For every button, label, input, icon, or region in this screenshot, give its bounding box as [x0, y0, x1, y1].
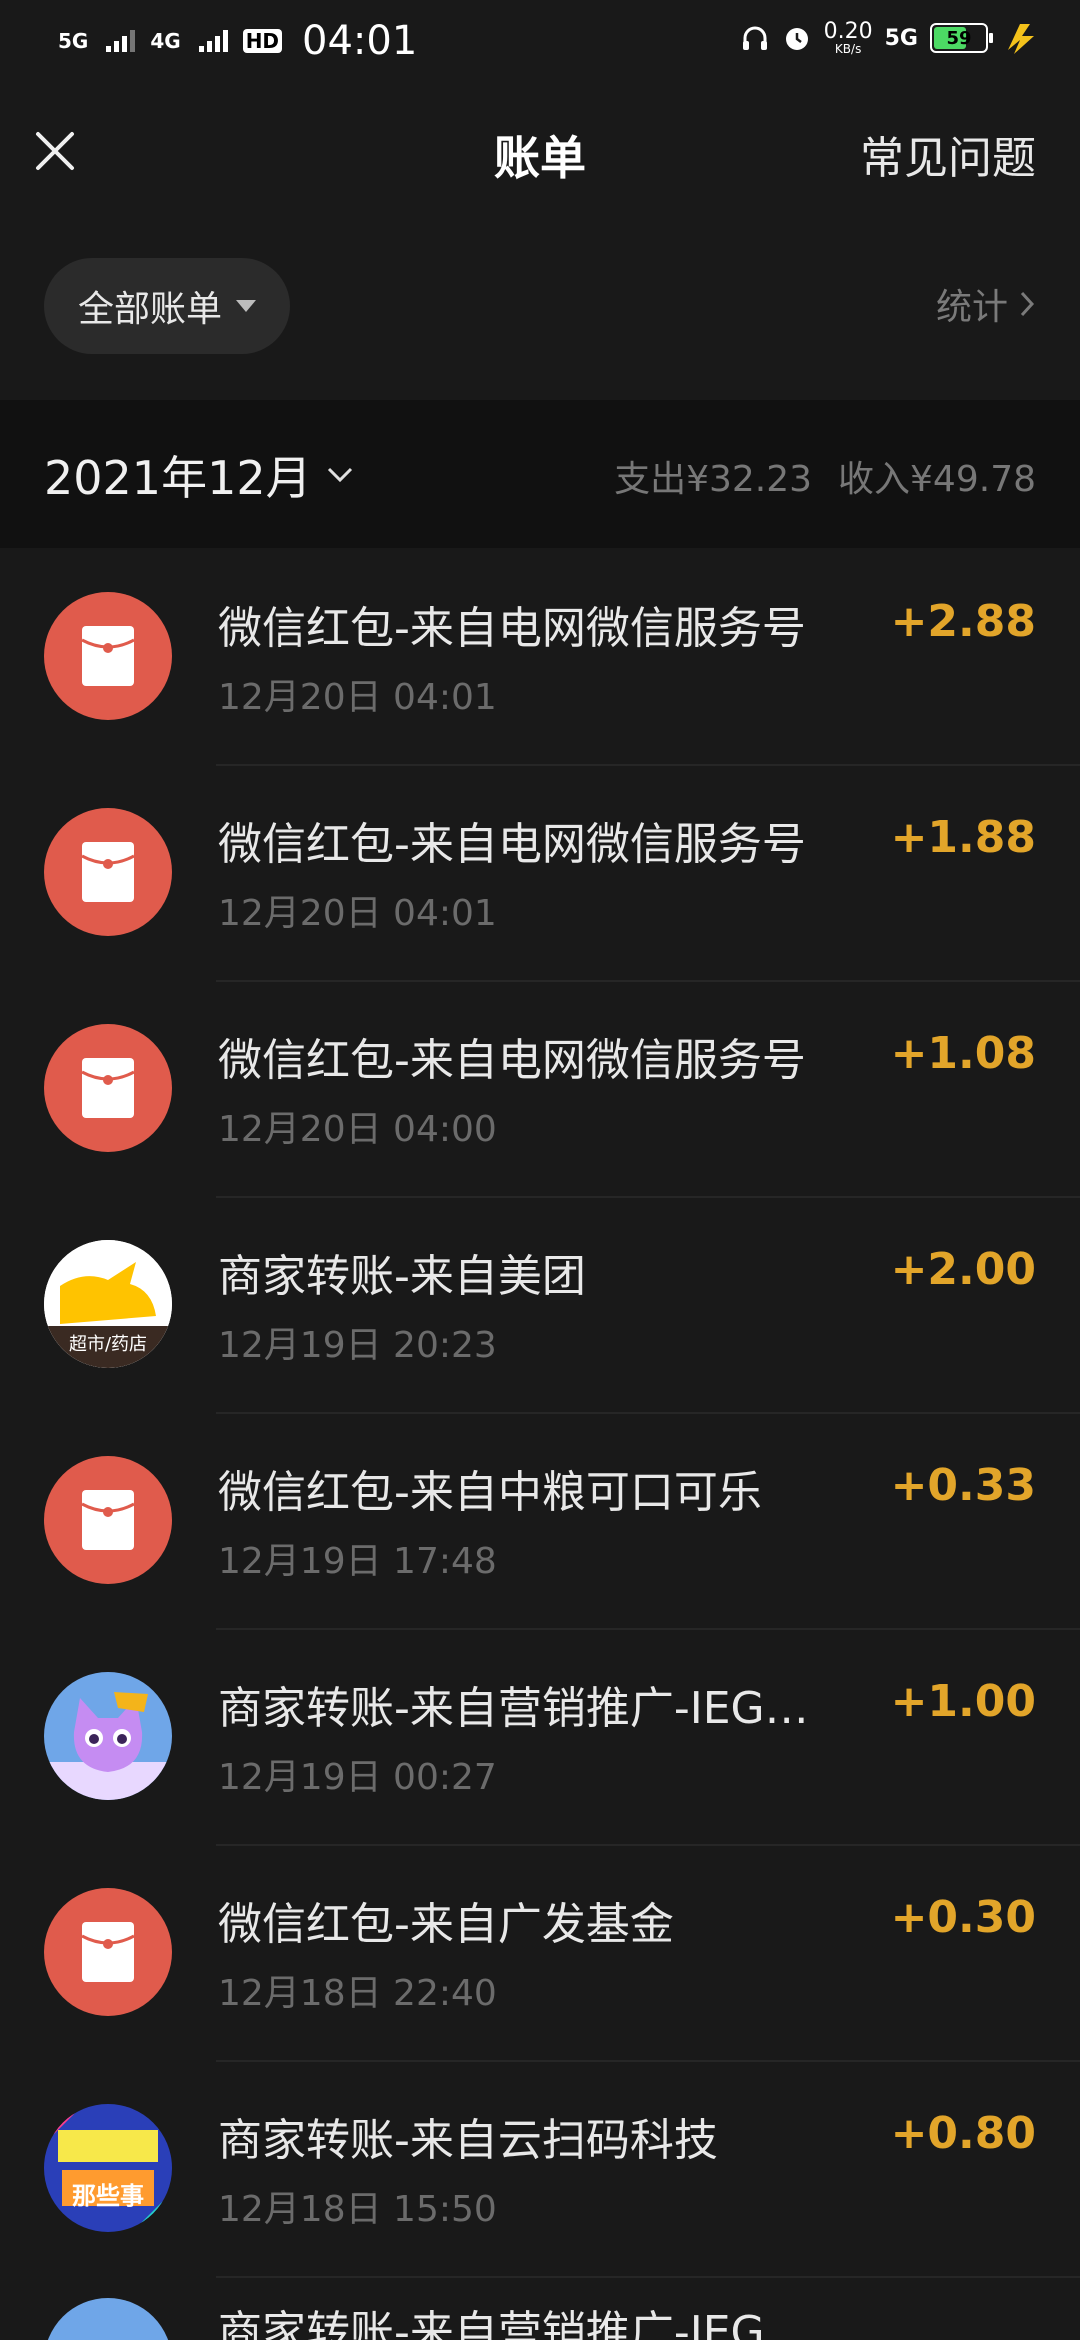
- tx-time: 12月19日 00:27: [218, 1757, 497, 1798]
- list-item[interactable]: 微信红包-来自电网微信服务号 12月20日 04:01 +2.88: [0, 550, 1080, 766]
- tx-amount: +0.80: [890, 2108, 1036, 2159]
- red-packet-icon: [44, 1024, 172, 1152]
- tx-amount: +0.30: [890, 1892, 1036, 1943]
- signal-bars-icon-2: [198, 30, 229, 52]
- red-packet-icon: [44, 808, 172, 936]
- red-packet-icon: [44, 1456, 172, 1584]
- list-item[interactable]: 微信红包-来自中粮可口可乐 12月19日 17:48 +0.33: [0, 1414, 1080, 1630]
- tx-title: 商家转账-来自美团: [218, 1251, 586, 1302]
- red-packet-icon: [44, 592, 172, 720]
- network-5g-indicator: 5G: [58, 29, 89, 53]
- tx-title: 微信红包-来自电网微信服务号: [218, 1035, 806, 1086]
- signal-bars-icon: [106, 30, 136, 52]
- list-item[interactable]: 那些事 商家转账-来自云扫码科技 12月18日 15:50 +0.80: [0, 2062, 1080, 2278]
- bill-filter-label: 全部账单: [77, 289, 222, 330]
- tx-amount: +1.88: [890, 812, 1036, 863]
- tx-amount: +1.08: [890, 1028, 1036, 1079]
- tx-title: 商家转账-来自云扫码科技: [218, 2115, 718, 2166]
- bill-filter-dropdown[interactable]: 全部账单: [44, 258, 290, 354]
- statistics-link[interactable]: 统计: [936, 278, 1036, 330]
- tx-title: 微信红包-来自中粮可口可乐: [218, 1467, 762, 1518]
- list-item-partial[interactable]: 商家转账-来自营销推广-IEG…: [0, 2278, 1080, 2340]
- tx-time: 12月19日 20:23: [218, 1325, 497, 1366]
- header: 账单 常见问题: [0, 100, 1080, 200]
- month-summary-bar: 2021年12月 支出¥32.23 收入¥49.78: [0, 400, 1080, 548]
- month-selector[interactable]: 2021年12月: [44, 442, 354, 508]
- list-item[interactable]: 微信红包-来自电网微信服务号 12月20日 04:00 +1.08: [0, 982, 1080, 1198]
- chevron-down-icon: [327, 467, 352, 483]
- tx-time: 12月20日 04:00: [218, 1109, 497, 1150]
- tx-amount: +2.00: [890, 1244, 1036, 1295]
- cartoon-cat-avatar: [44, 1672, 172, 1800]
- tx-amount: +2.88: [890, 596, 1036, 647]
- month-label: 2021年12月: [44, 451, 312, 505]
- tx-title: 商家转账-来自营销推广-IEG…: [218, 2307, 809, 2340]
- tx-time: 12月20日 04:01: [218, 893, 497, 934]
- income-total: 收入¥49.78: [838, 459, 1036, 500]
- statistics-label: 统计: [935, 287, 1008, 328]
- tx-time: 12月18日 22:40: [218, 1973, 497, 2014]
- charging-bolt-icon: [1008, 24, 1034, 54]
- network-speed: 0.20 KB/s: [823, 19, 873, 56]
- tx-title: 微信红包-来自电网微信服务号: [218, 819, 806, 870]
- status-bar: 5G 4G HD 04:01 0.20 KB/s 5G 59: [0, 0, 1080, 84]
- banner-logo-text: 那些事: [72, 2182, 144, 2210]
- tx-amount: +1.00: [890, 1676, 1036, 1727]
- colorful-banner-avatar: 那些事: [44, 2104, 172, 2232]
- list-item[interactable]: 商家转账-来自营销推广-IEG… 12月19日 00:27 +1.00: [0, 1630, 1080, 1846]
- caret-down-icon: [236, 300, 256, 312]
- alarm-icon: [785, 28, 808, 50]
- hd-voice-badge: HD: [242, 29, 283, 53]
- tx-amount: +0.33: [890, 1460, 1036, 1511]
- headphones-icon: [742, 26, 767, 50]
- month-totals: 支出¥32.23 收入¥49.78: [614, 450, 1036, 502]
- network-5g-indicator-2: 5G: [884, 25, 918, 51]
- transaction-list: 微信红包-来自电网微信服务号 12月20日 04:01 +2.88 微信红包-来…: [0, 550, 1080, 2278]
- tx-title: 微信红包-来自电网微信服务号: [218, 603, 806, 654]
- red-packet-icon: [44, 1888, 172, 2016]
- list-item[interactable]: 微信红包-来自广发基金 12月18日 22:40 +0.30: [0, 1846, 1080, 2062]
- list-item[interactable]: 超市/药店 商家转账-来自美团 12月19日 20:23 +2.00: [0, 1198, 1080, 1414]
- tx-time: 12月19日 17:48: [218, 1541, 497, 1582]
- network-4g-indicator: 4G: [150, 29, 181, 53]
- faq-link[interactable]: 常见问题: [860, 122, 1036, 186]
- chevron-right-icon: [1020, 291, 1035, 317]
- meituan-logo: 超市/药店: [44, 1240, 172, 1368]
- tx-time: 12月18日 15:50: [218, 2189, 497, 2230]
- list-item[interactable]: 微信红包-来自电网微信服务号 12月20日 04:01 +1.88: [0, 766, 1080, 982]
- expense-total: 支出¥32.23: [614, 459, 813, 500]
- cartoon-cat-avatar: [44, 2298, 172, 2340]
- status-time: 04:01: [302, 18, 418, 64]
- battery-indicator: 59: [930, 23, 993, 53]
- tx-title: 微信红包-来自广发基金: [218, 1899, 674, 1950]
- tx-title: 商家转账-来自营销推广-IEG…: [218, 1683, 809, 1734]
- meituan-logo-text: 超市/药店: [68, 1334, 148, 1355]
- tx-time: 12月20日 04:01: [218, 677, 497, 718]
